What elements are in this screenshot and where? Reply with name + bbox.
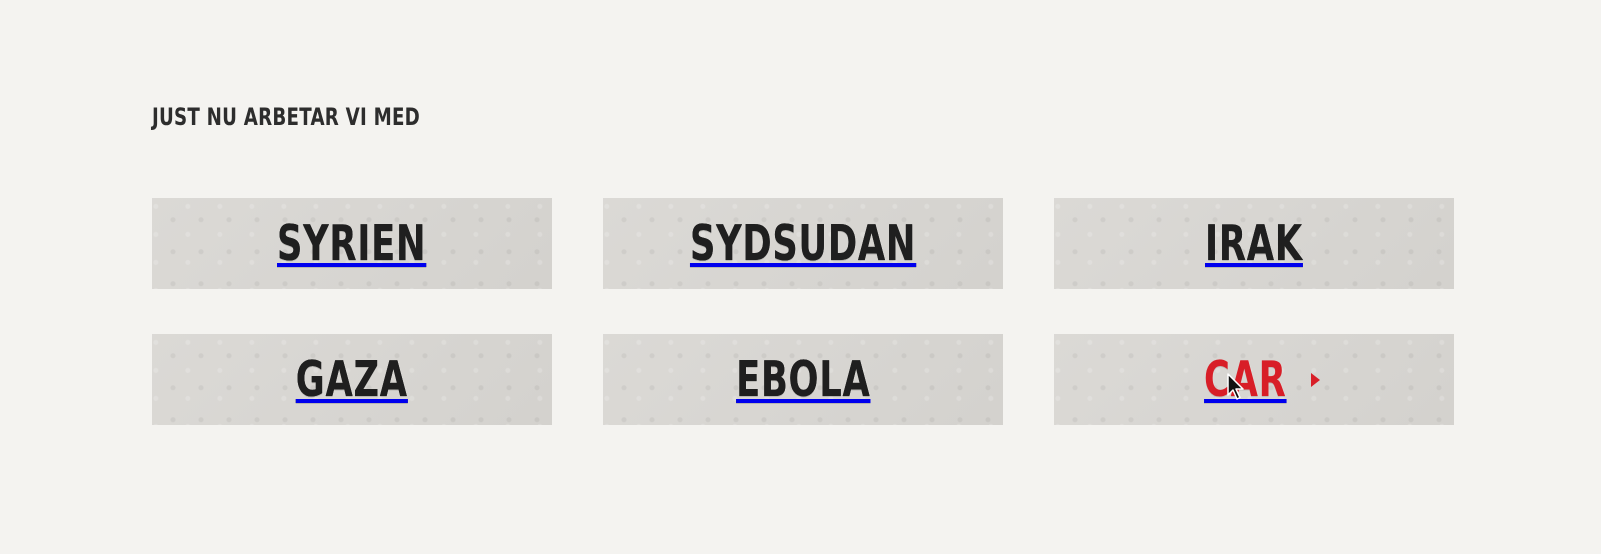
- area-tile-label: SYRIEN: [277, 215, 427, 272]
- area-tile-label: CAR: [1204, 351, 1287, 408]
- area-tile-label: SYDSUDAN: [689, 215, 917, 272]
- arrow-right-icon: [1310, 373, 1320, 387]
- active-areas-section: JUST NU ARBETAR VI MED SYRIEN SYDSUDAN I…: [152, 100, 1458, 425]
- area-tile-label: GAZA: [295, 351, 409, 408]
- area-tile-ebola[interactable]: EBOLA: [603, 334, 1003, 425]
- area-tile-label: EBOLA: [735, 351, 871, 408]
- area-tile-syrien[interactable]: SYRIEN: [152, 198, 552, 289]
- area-tile-gaza[interactable]: GAZA: [152, 334, 552, 425]
- area-tile-sydsudan[interactable]: SYDSUDAN: [603, 198, 1003, 289]
- section-title: JUST NU ARBETAR VI MED: [152, 103, 421, 131]
- area-tile-irak[interactable]: IRAK: [1054, 198, 1454, 289]
- area-tile-label: IRAK: [1205, 215, 1303, 272]
- area-tile-car[interactable]: CAR: [1054, 334, 1454, 425]
- area-grid: SYRIEN SYDSUDAN IRAK GAZA EBOLA CAR: [152, 198, 1458, 425]
